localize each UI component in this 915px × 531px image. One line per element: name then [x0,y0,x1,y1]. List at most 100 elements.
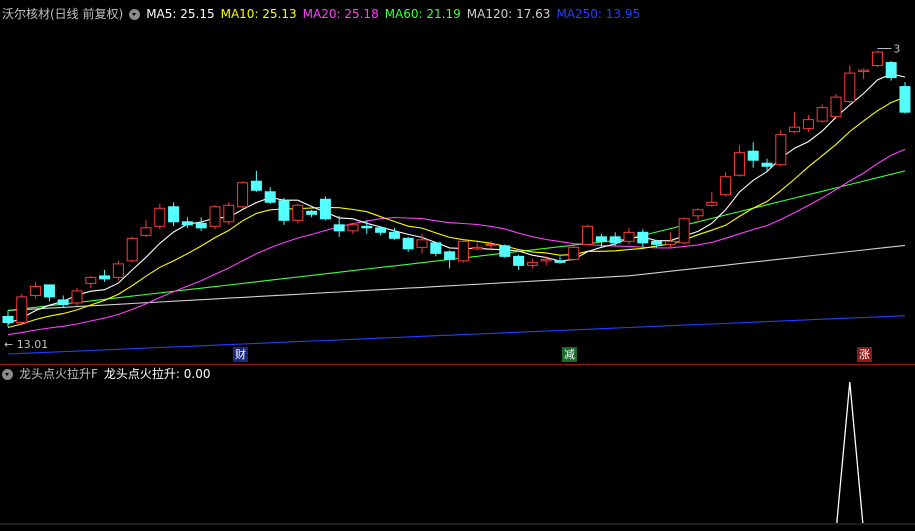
candle[interactable] [457,239,469,263]
indicator-dropdown-icon[interactable] [2,368,13,380]
candle[interactable] [16,293,28,324]
candle[interactable] [678,217,690,245]
candle-body [112,263,124,278]
candle[interactable] [154,203,166,230]
candle-body [651,240,663,245]
candle[interactable] [209,205,221,230]
candle[interactable] [195,217,207,231]
candle-body [816,107,828,122]
candle[interactable] [306,209,318,218]
candle[interactable] [513,254,525,270]
panel-divider[interactable] [0,364,915,365]
event-marker-limit-up[interactable]: 涨 [857,347,872,362]
candle-body [720,176,732,196]
candle[interactable] [747,142,759,168]
ma10-label: MA10: 25.13 [220,7,297,21]
candle-body [250,180,262,191]
candle-body [99,275,111,280]
candle[interactable] [733,145,745,177]
candle[interactable] [71,287,83,306]
candle-body [554,260,566,263]
candle[interactable] [789,112,801,134]
candle[interactable] [99,269,111,282]
candle[interactable] [802,115,814,132]
indicator-header: 龙头点火拉升F 龙头点火拉升: 0.00 [2,366,216,382]
candle[interactable] [140,220,152,237]
candle[interactable] [540,256,552,266]
main-chart-header: 沃尔核材(日线 前复权) MA5: 25.15 MA10: 25.13 MA20… [2,6,646,22]
candle-body [278,200,290,221]
candle-body [789,126,801,133]
candle[interactable] [43,284,55,302]
candle-body [237,182,249,208]
candle[interactable] [858,68,870,80]
candle[interactable] [319,196,331,221]
candle[interactable] [347,223,359,234]
candle[interactable] [582,224,594,246]
candle[interactable] [30,281,42,299]
candle-body [292,204,304,221]
event-marker-finance[interactable]: 财 [233,347,248,362]
candle-body [747,150,759,161]
candle[interactable] [844,65,856,104]
candle[interactable] [292,203,304,224]
candle[interactable] [568,244,580,261]
candle[interactable] [706,191,718,207]
ma250-line [7,315,906,355]
candle-body [375,227,387,233]
candle[interactable] [223,202,235,225]
candle[interactable] [499,244,511,258]
candle[interactable] [471,242,483,251]
candle-body [568,246,580,260]
candle[interactable] [816,104,828,123]
candle[interactable] [333,215,345,237]
candle-body [85,276,97,284]
candle[interactable] [126,236,138,263]
candle-body [168,206,180,223]
candle[interactable] [402,236,414,252]
candle[interactable] [430,242,442,257]
indicator-menu-icon[interactable] [129,8,141,20]
event-marker-reduce[interactable]: 减 [562,347,577,362]
candle-body [885,62,897,79]
kline-chart[interactable]: ← 13.01 3 [0,0,915,531]
candle[interactable] [720,172,732,197]
candle[interactable] [830,94,842,119]
candle[interactable] [2,310,14,327]
candle[interactable] [57,295,69,308]
candle[interactable] [444,250,456,269]
candle[interactable] [237,181,249,209]
candle-body [706,201,718,206]
candle-body [2,315,14,323]
indicator-value: 龙头点火拉升: 0.00 [103,367,211,381]
candle-body [471,246,483,250]
candle[interactable] [250,170,262,192]
candle[interactable] [85,275,97,288]
candle[interactable] [112,260,124,281]
candle-body [871,51,883,67]
candle[interactable] [899,82,911,114]
candle[interactable] [775,130,787,167]
ma10-line [7,96,906,329]
candle[interactable] [885,61,897,81]
candle-body [181,221,193,226]
candle-body [43,284,55,298]
low-price-label: ← 13.01 [4,338,48,351]
candle[interactable] [264,187,276,204]
candle-body [802,119,814,130]
candle[interactable] [637,229,649,248]
candle[interactable] [609,232,621,246]
candle[interactable] [692,208,704,221]
candle-body [416,239,428,248]
candle[interactable] [526,259,538,269]
candle-body [333,224,345,232]
candle-body [57,299,69,305]
candle[interactable] [168,202,180,227]
stock-title: 沃尔核材(日线 前复权) [2,7,124,21]
candle[interactable] [278,197,290,225]
candle[interactable] [375,226,387,236]
candle-body [637,231,649,244]
candle[interactable] [871,50,883,68]
candle-body [430,242,442,254]
candle[interactable] [623,227,635,245]
